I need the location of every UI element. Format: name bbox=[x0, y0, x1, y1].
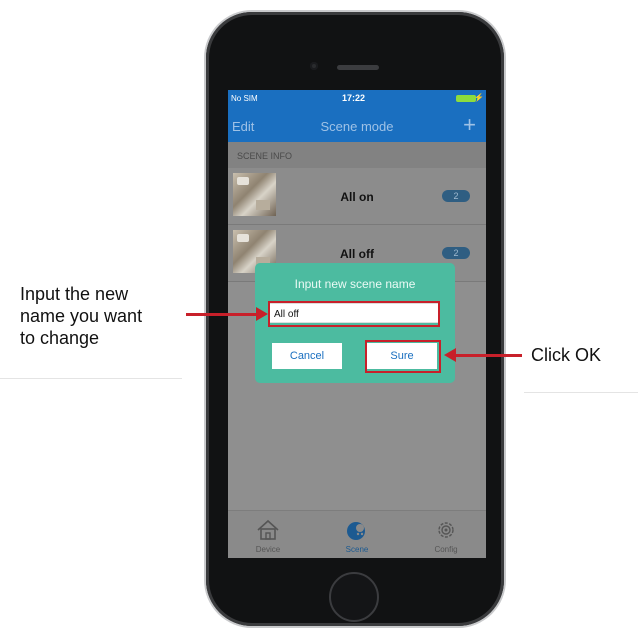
navigation-bar: Edit Scene mode + bbox=[228, 108, 486, 142]
front-camera bbox=[310, 62, 318, 70]
device-count-badge: 2 bbox=[442, 247, 470, 259]
home-button[interactable] bbox=[329, 572, 379, 622]
tab-config[interactable]: Config bbox=[416, 511, 476, 558]
tab-bar: Device Scene Config bbox=[228, 510, 486, 558]
sure-highlight-box bbox=[365, 340, 441, 373]
arrow-to-sure bbox=[456, 354, 522, 357]
arrow-to-sure-head bbox=[444, 348, 456, 362]
add-scene-button[interactable]: + bbox=[463, 112, 476, 138]
input-highlight-box bbox=[268, 301, 440, 327]
arrow-to-input bbox=[186, 313, 258, 316]
scene-row-all-on[interactable]: All on 2 bbox=[228, 168, 486, 225]
page-title: Scene mode bbox=[320, 119, 394, 134]
tab-label: Scene bbox=[345, 545, 369, 554]
instruction-line: name you want bbox=[20, 306, 143, 326]
instruction-input-text: Input the new name you want to change bbox=[20, 283, 142, 349]
instruction-line: Input the new bbox=[20, 284, 129, 304]
cancel-button[interactable]: Cancel bbox=[272, 343, 342, 369]
charging-icon: ⚡ bbox=[474, 93, 484, 102]
section-header: SCENE INFO bbox=[228, 142, 486, 168]
clock: 17:22 bbox=[342, 93, 366, 103]
status-bar: No SIM 17:22 ⚡ bbox=[228, 90, 486, 108]
instruction-line: to change bbox=[20, 328, 100, 348]
device-count-badge: 2 bbox=[442, 190, 470, 202]
tab-label: Config bbox=[434, 545, 458, 554]
tab-scene[interactable]: Scene bbox=[327, 511, 387, 558]
tab-label: Device bbox=[255, 545, 281, 554]
tab-device[interactable]: Device bbox=[238, 511, 298, 558]
arrow-to-input-head bbox=[256, 307, 268, 321]
gear-icon bbox=[438, 522, 454, 538]
earpiece-speaker bbox=[337, 65, 379, 70]
instruction-ok-text: Click OK bbox=[531, 345, 602, 365]
divider bbox=[524, 392, 638, 393]
home-icon bbox=[257, 519, 279, 540]
carrier-label: No SIM bbox=[231, 94, 258, 103]
divider bbox=[0, 378, 182, 379]
dialog-title: Input new scene name bbox=[294, 277, 416, 291]
section-header-label: SCENE INFO bbox=[237, 151, 293, 161]
battery-icon bbox=[456, 95, 479, 102]
scene-icon bbox=[347, 522, 365, 540]
